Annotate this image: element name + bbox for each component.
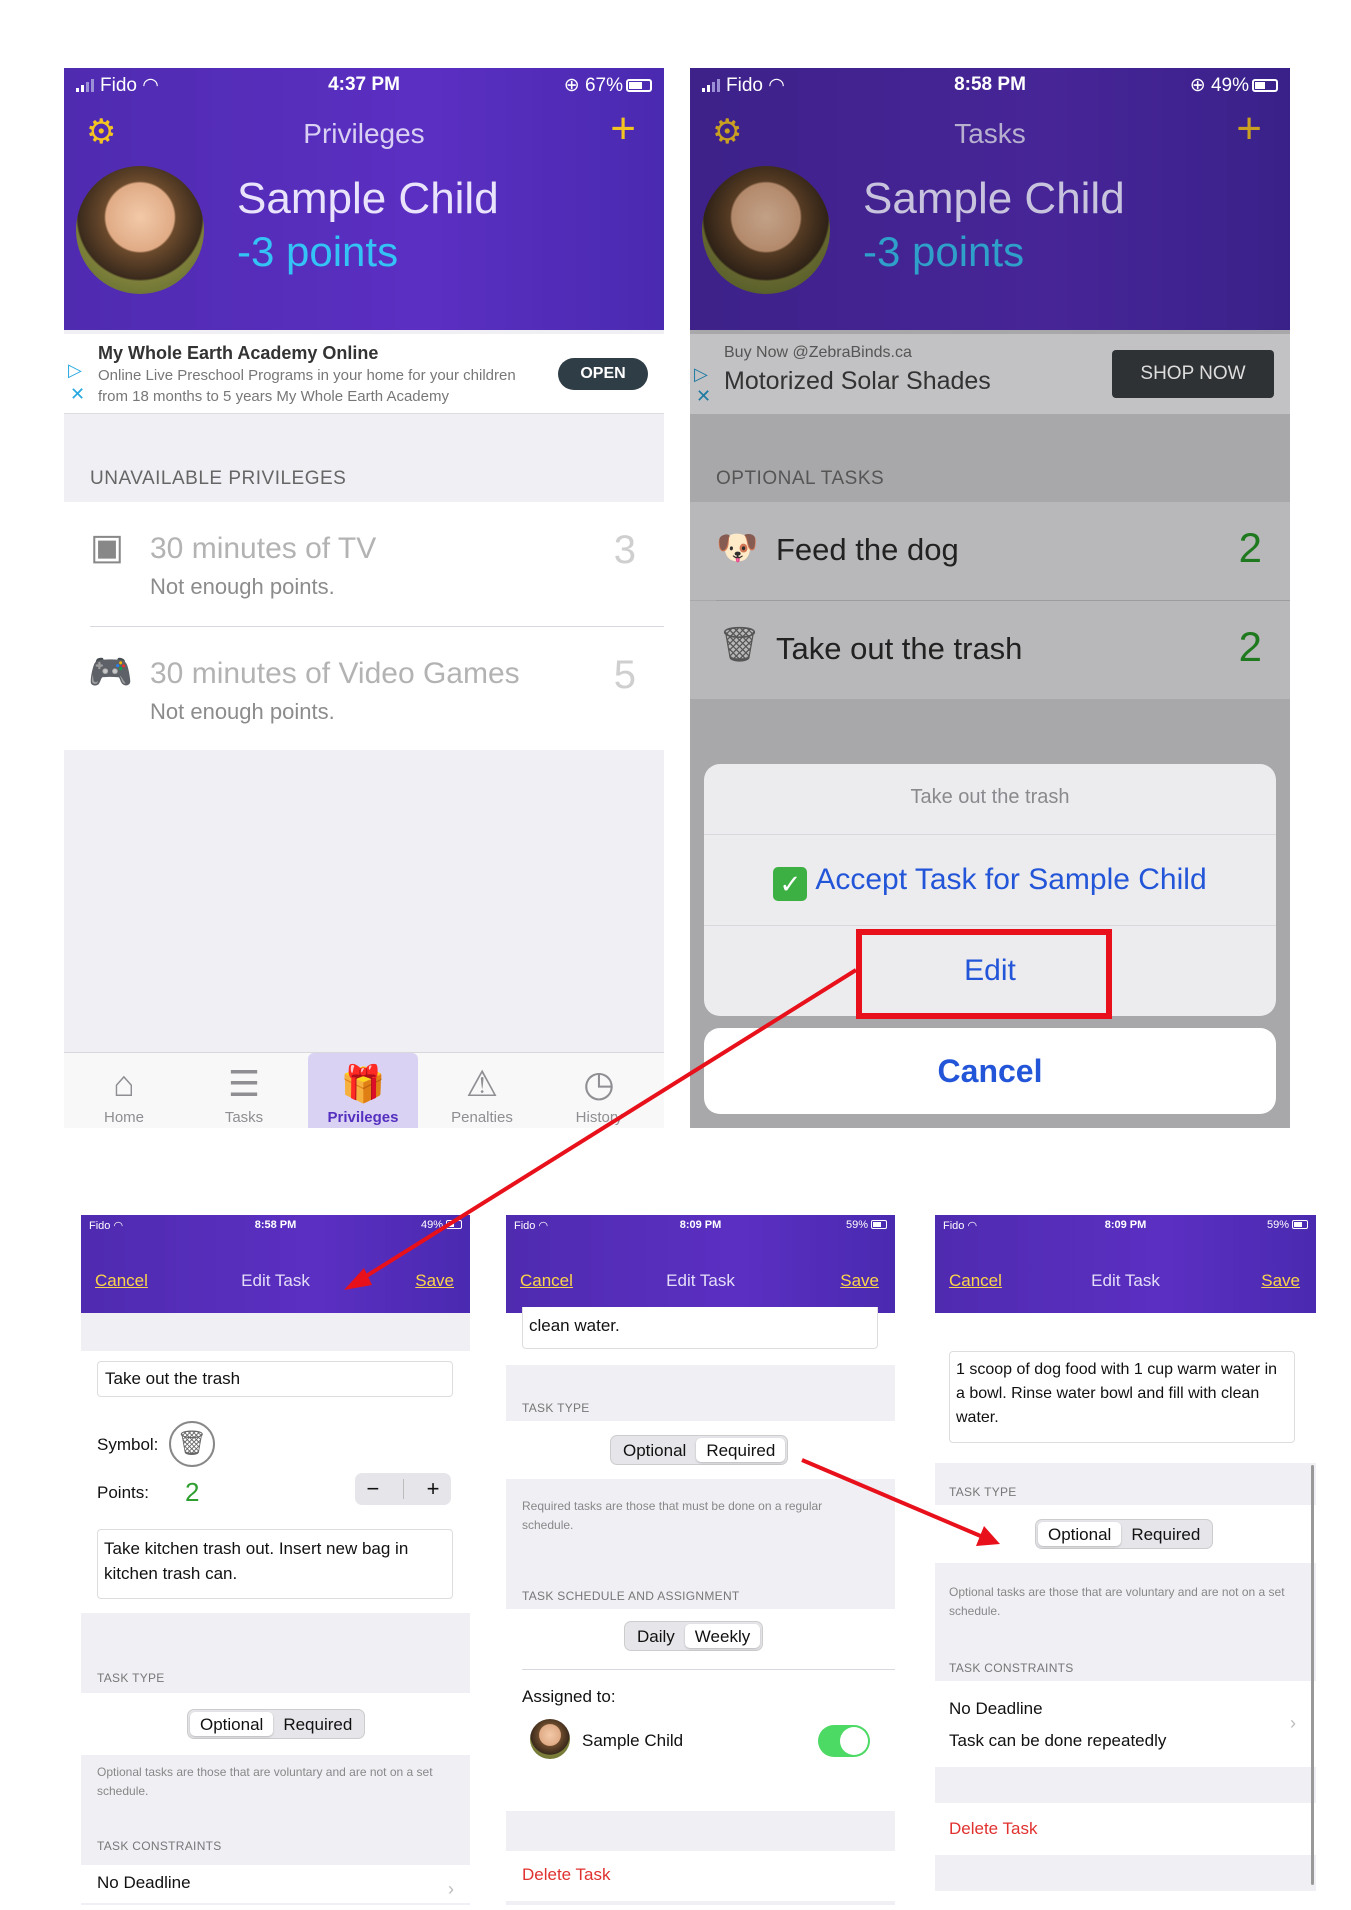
arrow-required-to-optional [801, 1458, 991, 1542]
arrow-edit-to-editscreen [350, 968, 858, 1287]
annotation-arrows [344, 968, 1000, 1546]
arrowhead-icon [344, 1268, 372, 1290]
